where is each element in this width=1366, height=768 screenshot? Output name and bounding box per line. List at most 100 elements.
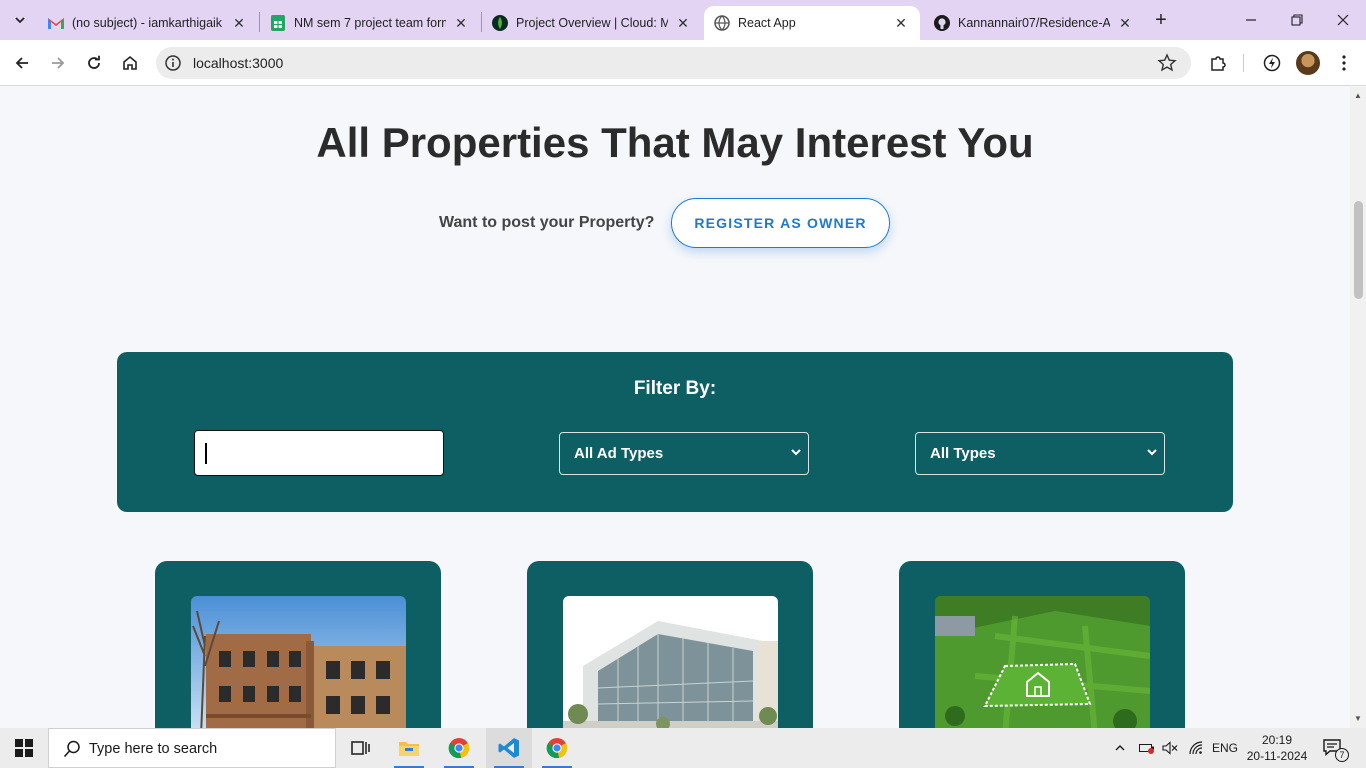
arrow-left-icon xyxy=(15,57,28,69)
ad-type-select[interactable]: All Ad Types xyxy=(559,432,809,475)
address-bar[interactable]: localhost:3000 xyxy=(156,47,1191,79)
folder-icon xyxy=(399,742,419,756)
search-icon xyxy=(63,740,80,758)
github-icon xyxy=(934,15,950,31)
scroll-up-arrow[interactable]: ▲ xyxy=(1353,91,1363,101)
taskbar-chrome-2[interactable] xyxy=(534,728,580,768)
sheets-icon xyxy=(270,15,286,31)
chevron-down-icon xyxy=(1147,449,1157,456)
browser-toolbar: localhost:3000 xyxy=(0,40,1366,86)
property-card[interactable] xyxy=(527,561,813,728)
battery-warning-icon[interactable] xyxy=(1139,728,1157,768)
chrome-icon xyxy=(546,738,568,759)
minimize-button[interactable] xyxy=(1228,0,1274,40)
clock-time: 20:19 xyxy=(1261,733,1293,747)
toolbar-divider xyxy=(1243,54,1244,72)
filter-title: Filter By: xyxy=(633,378,717,399)
property-type-select[interactable]: All Types xyxy=(915,432,1165,475)
ad-type-selected: All Ad Types xyxy=(574,445,664,462)
tab-title: React App xyxy=(738,16,796,30)
close-icon xyxy=(1337,14,1349,26)
text-caret xyxy=(205,443,207,464)
forward-button[interactable] xyxy=(44,49,72,77)
chrome-icon xyxy=(448,738,470,759)
gmail-icon xyxy=(48,15,64,31)
puzzle-icon xyxy=(1211,56,1226,71)
chevron-down-icon xyxy=(791,449,801,456)
lightning-icon xyxy=(1263,54,1281,72)
tray-chevron-up-icon[interactable] xyxy=(1114,728,1130,768)
notification-center-button[interactable]: 7 xyxy=(1322,728,1352,768)
property-card[interactable] xyxy=(155,561,441,728)
tab-title: (no subject) - iamkarthigaik xyxy=(72,16,223,30)
close-tab-icon[interactable]: ✕ xyxy=(230,14,248,32)
scrollbar-thumb[interactable] xyxy=(1354,201,1363,299)
restore-button[interactable] xyxy=(1274,0,1320,40)
apartment-building-photo xyxy=(191,596,406,728)
tab-title: Kannannair07/Residence-Au xyxy=(958,16,1110,30)
property-card[interactable] xyxy=(899,561,1185,728)
taskbar-search-placeholder: Type here to search xyxy=(89,741,218,757)
restore-icon xyxy=(1291,14,1303,26)
extensions-button[interactable] xyxy=(1206,51,1230,75)
address-url: localhost:3000 xyxy=(193,55,284,71)
page-title: All Properties That May Interest You xyxy=(316,119,1034,166)
taskbar-vscode[interactable] xyxy=(486,728,532,768)
search-input[interactable] xyxy=(194,430,444,476)
mongodb-icon xyxy=(492,15,508,31)
browser-tab-strip: (no subject) - iamkarthigaik ✕ NM sem 7 … xyxy=(0,0,1366,40)
glass-office-building-photo xyxy=(563,596,778,728)
close-tab-icon[interactable]: ✕ xyxy=(452,14,470,32)
language-indicator[interactable]: ENG xyxy=(1212,728,1240,768)
close-tab-icon[interactable]: ✕ xyxy=(892,14,910,32)
close-tab-icon[interactable]: ✕ xyxy=(674,14,692,32)
arrow-right-icon xyxy=(52,57,65,69)
tab-sheets[interactable]: NM sem 7 project team form ✕ xyxy=(260,6,480,40)
filter-panel: Filter By: All Ad Types All Types xyxy=(117,352,1233,512)
back-button[interactable] xyxy=(8,49,36,77)
profile-avatar[interactable] xyxy=(1296,51,1320,75)
green-land-plot-photo xyxy=(935,596,1150,728)
new-tab-button[interactable]: + xyxy=(1149,8,1173,32)
more-vertical-icon xyxy=(1342,55,1346,71)
vscode-icon xyxy=(498,738,519,758)
taskbar-chrome[interactable] xyxy=(436,728,482,768)
tab-search-button[interactable] xyxy=(8,8,32,32)
home-icon xyxy=(123,55,137,70)
page-viewport: All Properties That May Interest You Wan… xyxy=(0,87,1350,728)
volume-muted-icon[interactable] xyxy=(1162,728,1180,768)
clock-date: 20-11-2024 xyxy=(1246,749,1308,763)
windows-taskbar: Type here to search ENG 20:19 20-11-2024… xyxy=(0,728,1366,768)
bookmark-star-icon[interactable] xyxy=(1157,53,1177,73)
performance-button[interactable] xyxy=(1260,51,1284,75)
globe-icon xyxy=(714,15,730,31)
tab-github[interactable]: Kannannair07/Residence-Au ✕ xyxy=(924,6,1144,40)
wifi-icon[interactable] xyxy=(1188,728,1206,768)
taskbar-search[interactable]: Type here to search xyxy=(48,728,336,768)
windows-icon xyxy=(15,739,33,757)
home-button[interactable] xyxy=(116,49,144,77)
close-window-button[interactable] xyxy=(1320,0,1366,40)
reload-button[interactable] xyxy=(80,49,108,77)
taskbar-file-explorer[interactable] xyxy=(386,728,432,768)
reload-icon xyxy=(88,55,100,69)
owner-prompt-text: Want to post your Property? xyxy=(439,214,655,231)
tab-gmail[interactable]: (no subject) - iamkarthigaik ✕ xyxy=(38,6,258,40)
minimize-icon xyxy=(1246,19,1256,21)
tab-title: NM sem 7 project team form xyxy=(294,16,446,30)
taskbar-clock[interactable]: 20:19 20-11-2024 xyxy=(1244,732,1310,764)
start-button[interactable] xyxy=(0,728,48,768)
chevron-down-icon xyxy=(15,17,25,24)
tab-react-app[interactable]: React App ✕ xyxy=(704,6,920,40)
close-tab-icon[interactable]: ✕ xyxy=(1116,14,1134,32)
register-as-owner-button[interactable]: REGISTER AS OWNER xyxy=(671,198,890,248)
tab-mongodb[interactable]: Project Overview | Cloud: Mo ✕ xyxy=(482,6,702,40)
notification-count-badge: 7 xyxy=(1335,748,1349,762)
browser-menu-button[interactable] xyxy=(1332,51,1356,75)
site-info-icon[interactable] xyxy=(164,54,182,72)
page-scrollbar[interactable]: ▲ ▼ xyxy=(1350,87,1366,728)
tab-title: Project Overview | Cloud: Mo xyxy=(516,16,668,30)
scroll-down-arrow[interactable]: ▼ xyxy=(1353,714,1363,724)
task-view-icon xyxy=(351,741,370,755)
task-view-button[interactable] xyxy=(338,728,384,768)
